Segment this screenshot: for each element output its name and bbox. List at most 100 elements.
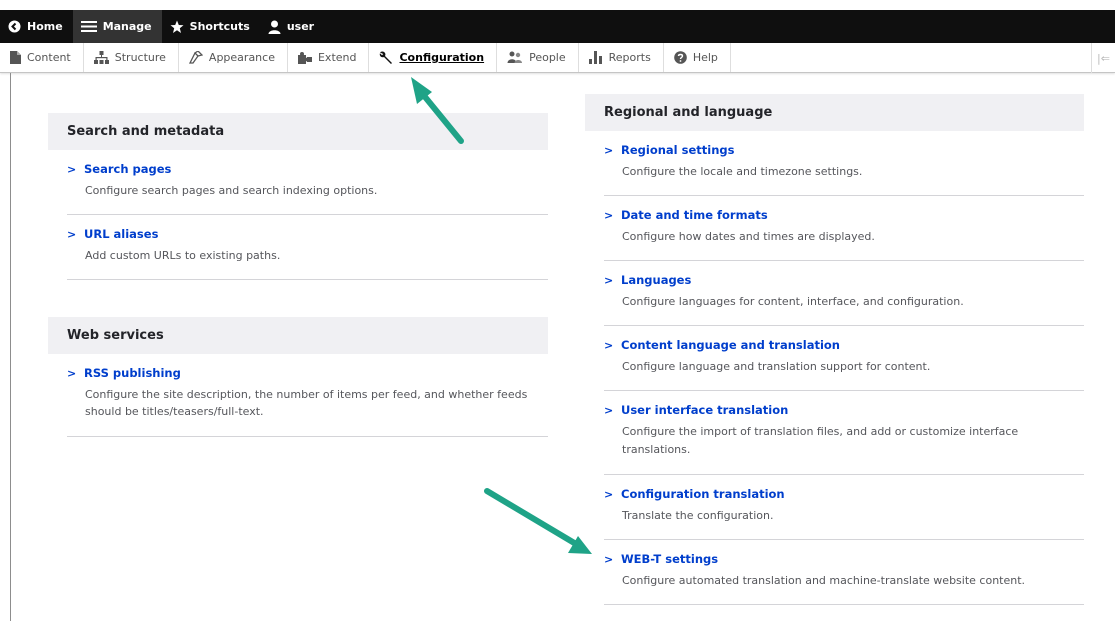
list-item: > WEB-T settings Configure automated tra… <box>604 540 1084 605</box>
top-margin <box>0 0 1115 10</box>
item-description-line: Configure the import of translation file… <box>622 425 1019 438</box>
rss-publishing-link[interactable]: > RSS publishing <box>67 366 548 380</box>
date-time-formats-link[interactable]: > Date and time formats <box>604 208 1084 222</box>
arrow-to-web-t-settings <box>484 488 592 554</box>
tray-label-help: Help <box>692 51 718 64</box>
help-icon <box>674 51 687 64</box>
item-title: RSS publishing <box>84 366 181 380</box>
item-description: Configure the site description, the numb… <box>67 386 548 421</box>
chevron-right-icon: > <box>67 162 77 176</box>
item-title: Date and time formats <box>621 208 768 222</box>
chevron-right-icon: > <box>67 227 77 241</box>
item-title: User interface translation <box>621 403 789 417</box>
item-description: Configure automated translation and mach… <box>622 574 1026 587</box>
chevron-right-icon: > <box>604 273 614 287</box>
item-description: Translate the configuration. <box>622 509 774 522</box>
star-icon <box>170 20 184 33</box>
languages-link[interactable]: > Languages <box>604 273 1084 287</box>
item-title: Regional settings <box>621 143 735 157</box>
configuration-translation-link[interactable]: > Configuration translation <box>604 487 1084 501</box>
tray-label-extend: Extend <box>317 51 357 64</box>
admin-tray: Content Structure Appearance Extend Conf… <box>0 43 1115 73</box>
tray-label-appearance: Appearance <box>208 51 275 64</box>
content-icon <box>10 51 21 64</box>
list-item: > Languages Configure languages for cont… <box>604 261 1084 326</box>
url-aliases-link[interactable]: > URL aliases <box>67 227 548 241</box>
chevron-right-icon: > <box>604 403 614 417</box>
chevron-right-icon: > <box>604 143 614 157</box>
left-divider <box>10 73 11 621</box>
content-language-translation-link[interactable]: > Content language and translation <box>604 338 1084 352</box>
extend-icon <box>297 52 312 64</box>
tray-item-help[interactable]: Help <box>664 43 731 72</box>
item-description: Configure the locale and timezone settin… <box>622 165 863 178</box>
toolbar-user[interactable]: user <box>260 10 324 43</box>
tray-item-content[interactable]: Content <box>0 43 84 72</box>
people-icon <box>507 51 523 63</box>
regional-settings-link[interactable]: > Regional settings <box>604 143 1084 157</box>
tray-item-extend[interactable]: Extend <box>288 43 370 72</box>
list-item: > Search pages Configure search pages an… <box>67 150 548 215</box>
panel-header: Search and metadata <box>48 113 548 150</box>
panel-header: Web services <box>48 317 548 354</box>
item-description: Configure languages for content, interfa… <box>622 295 964 308</box>
structure-icon <box>93 51 109 64</box>
search-pages-link[interactable]: > Search pages <box>67 162 548 176</box>
menu-icon <box>80 21 97 32</box>
tray-item-structure[interactable]: Structure <box>84 43 179 72</box>
tray-label-configuration: Configuration <box>399 51 485 64</box>
item-title: Languages <box>621 273 692 287</box>
tray-label-structure: Structure <box>114 51 166 64</box>
wrench-icon <box>380 51 393 64</box>
user-interface-translation-link[interactable]: > User interface translation <box>604 403 1084 417</box>
item-description-line: should be titles/teasers/full-text. <box>85 405 264 418</box>
item-title: WEB-T settings <box>621 552 719 566</box>
toolbar-shortcuts[interactable]: Shortcuts <box>162 10 260 43</box>
collapse-icon: |⇐ <box>1097 51 1110 65</box>
reports-icon <box>588 51 602 64</box>
toolbar-home-label: Home <box>27 20 63 33</box>
panel-body: > RSS publishing Configure the site desc… <box>48 354 548 437</box>
chevron-right-icon: > <box>67 366 77 380</box>
tray-orientation-toggle[interactable]: |⇐ <box>1091 43 1115 73</box>
appearance-icon <box>188 51 203 64</box>
panel-body: > Search pages Configure search pages an… <box>48 150 548 280</box>
list-item: > Configuration translation Translate th… <box>604 475 1084 540</box>
item-title: Configuration translation <box>621 487 785 501</box>
chevron-right-icon: > <box>604 338 614 352</box>
item-description-line: Configure the site description, the numb… <box>85 388 528 401</box>
item-description: Configure how dates and times are displa… <box>622 230 875 243</box>
tray-item-appearance[interactable]: Appearance <box>179 43 288 72</box>
panel-header: Regional and language <box>585 94 1084 131</box>
toolbar-manage[interactable]: Manage <box>72 10 162 43</box>
toolbar-shortcuts-label: Shortcuts <box>189 20 250 33</box>
item-title: URL aliases <box>84 227 159 241</box>
tray-label-people: People <box>529 51 566 64</box>
list-item: > User interface translation Configure t… <box>604 391 1084 475</box>
tray-label-content: Content <box>27 51 71 64</box>
tray-item-configuration[interactable]: Configuration <box>369 43 498 72</box>
home-icon <box>8 20 21 33</box>
panel-web-services: Web services > RSS publishing Configure … <box>48 317 548 437</box>
web-t-settings-link[interactable]: > WEB-T settings <box>604 552 1084 566</box>
tray-item-reports[interactable]: Reports <box>579 43 664 72</box>
list-item: > Regional settings Configure the locale… <box>604 131 1084 196</box>
toolbar-user-label: user <box>286 20 315 33</box>
toolbar-home[interactable]: Home <box>0 10 73 43</box>
item-description: Configure language and translation suppo… <box>622 360 931 373</box>
chevron-right-icon: > <box>604 552 614 566</box>
item-description-line: translations. <box>622 443 691 456</box>
tray-label-reports: Reports <box>608 51 651 64</box>
item-title: Search pages <box>84 162 172 176</box>
tray-item-people[interactable]: People <box>497 43 579 72</box>
list-item: > URL aliases Add custom URLs to existin… <box>67 215 548 280</box>
item-title: Content language and translation <box>621 338 840 352</box>
panel-body: > Regional settings Configure the locale… <box>585 131 1084 605</box>
chevron-right-icon: > <box>604 208 614 222</box>
item-description: Add custom URLs to existing paths. <box>85 249 281 262</box>
list-item: > RSS publishing Configure the site desc… <box>67 354 548 437</box>
panel-regional-language: Regional and language > Regional setting… <box>585 94 1084 605</box>
admin-toolbar: Home Manage Shortcuts user <box>0 10 1115 43</box>
user-icon <box>268 20 281 34</box>
list-item: > Content language and translation Confi… <box>604 326 1084 391</box>
